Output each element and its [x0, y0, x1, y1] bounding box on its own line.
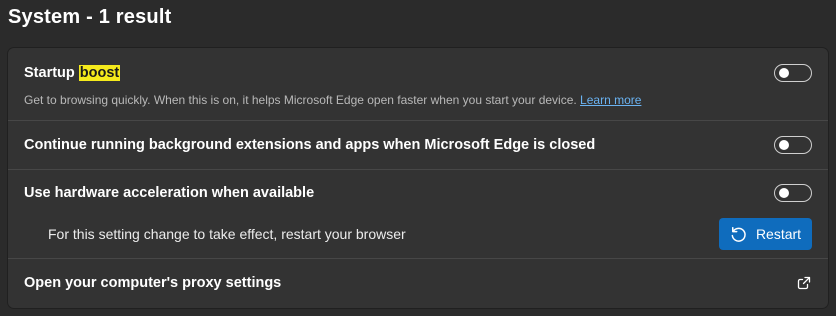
restart-notice: For this setting change to take effect, … [48, 226, 406, 242]
restart-button[interactable]: Restart [719, 218, 812, 250]
proxy-row[interactable]: Open your computer's proxy settings [8, 259, 828, 308]
proxy-title: Open your computer's proxy settings [24, 275, 282, 291]
startup-boost-description: Get to browsing quickly. When this is on… [24, 93, 641, 107]
hardware-acceleration-title: Use hardware acceleration when available [24, 185, 315, 201]
startup-boost-title: Startup boost [24, 65, 121, 81]
hardware-acceleration-toggle[interactable] [774, 184, 812, 202]
hardware-acceleration-row: Use hardware acceleration when available… [8, 170, 828, 259]
page-title: System - 1 result [8, 6, 172, 28]
background-apps-row: Continue running background extensions a… [8, 121, 828, 170]
startup-boost-description-text: Get to browsing quickly. When this is on… [24, 93, 581, 107]
restart-icon [730, 226, 747, 243]
learn-more-link[interactable]: Learn more [580, 93, 641, 107]
toggle-knob [779, 188, 789, 198]
background-apps-toggle[interactable] [774, 136, 812, 154]
startup-boost-toggle[interactable] [774, 64, 812, 82]
startup-boost-row: Startup boost Get to browsing quickly. W… [8, 48, 828, 121]
toggle-knob [779, 140, 789, 150]
restart-label: Restart [755, 226, 802, 242]
open-external-icon[interactable] [796, 275, 812, 291]
toggle-knob [779, 68, 789, 78]
background-apps-title: Continue running background extensions a… [24, 137, 596, 153]
settings-card: Startup boost Get to browsing quickly. W… [8, 48, 828, 308]
search-highlight: boost [78, 65, 121, 81]
startup-boost-title-prefix: Startup [24, 65, 79, 81]
